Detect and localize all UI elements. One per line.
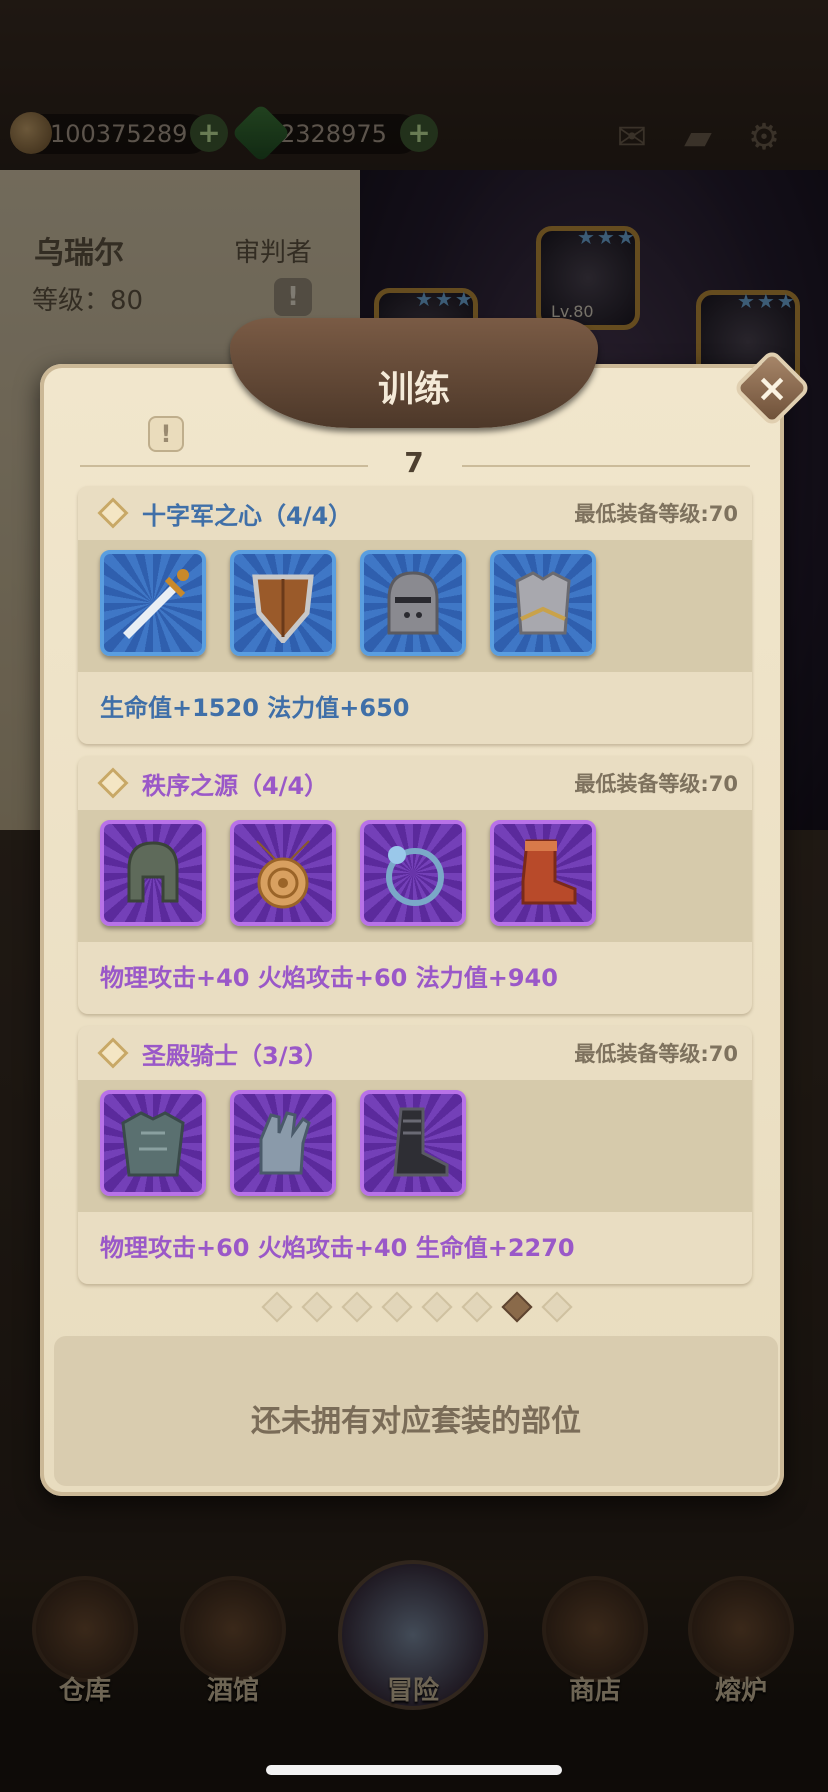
greave-boot-icon — [364, 1094, 462, 1192]
item-slot[interactable] — [100, 550, 206, 656]
sword-icon — [104, 554, 202, 652]
set-header: 秩序之源（4/4） 最低装备等级:70 — [78, 756, 752, 810]
set-card-order: 秩序之源（4/4） 最低装备等级:70 物理攻击+40 火焰攻击+60 法力值+… — [78, 756, 752, 1014]
set-bonus: 生命值+1520 法力值+650 — [100, 694, 410, 722]
close-icon[interactable]: × — [744, 360, 800, 416]
set-card-crusader: 十字军之心（4/4） 最低装备等级:70 生命值+1520 法力值+650 — [78, 486, 752, 744]
empty-state-message: 还未拥有对应套装的部位 — [251, 1404, 581, 1439]
gauntlet-icon — [234, 1094, 332, 1192]
set-name: 圣殿骑士（3/3） — [142, 1042, 329, 1070]
knight-helmet-icon — [364, 554, 462, 652]
item-slot[interactable] — [360, 820, 466, 926]
diamond-icon — [97, 1037, 129, 1069]
divider-right — [462, 465, 750, 467]
page-number: 7 — [404, 446, 424, 479]
set-header: 十字军之心（4/4） 最低装备等级:70 — [78, 486, 752, 540]
plate-armor-icon — [104, 1094, 202, 1192]
item-slot[interactable] — [230, 1090, 336, 1196]
ring-icon — [364, 824, 462, 922]
item-slot[interactable] — [100, 820, 206, 926]
set-requirement: 最低装备等级:70 — [574, 1042, 738, 1066]
home-indicator[interactable] — [266, 1765, 562, 1775]
info-button[interactable]: ! — [148, 416, 184, 452]
set-requirement: 最低装备等级:70 — [574, 502, 738, 526]
item-slot[interactable] — [230, 550, 336, 656]
diamond-icon — [97, 497, 129, 529]
helmet-icon — [104, 824, 202, 922]
boot-icon — [494, 824, 592, 922]
item-slot[interactable] — [360, 550, 466, 656]
set-bonus: 物理攻击+60 火焰攻击+40 生命值+2270 — [100, 1234, 575, 1262]
set-card-templar: 圣殿骑士（3/3） 最低装备等级:70 物理攻击+60 火焰攻击+40 生命值+… — [78, 1026, 752, 1284]
item-slot[interactable] — [230, 820, 336, 926]
set-header: 圣殿骑士（3/3） 最低装备等级:70 — [78, 1026, 752, 1080]
item-slot[interactable] — [490, 550, 596, 656]
set-name: 十字军之心（4/4） — [142, 502, 353, 530]
item-slot[interactable] — [490, 820, 596, 926]
divider-left — [80, 465, 368, 467]
chest-armor-icon — [494, 554, 592, 652]
item-slot[interactable] — [100, 1090, 206, 1196]
set-requirement: 最低装备等级:70 — [574, 772, 738, 796]
amulet-icon — [234, 824, 332, 922]
diamond-icon — [97, 767, 129, 799]
item-slot[interactable] — [360, 1090, 466, 1196]
modal-title: 训练 — [377, 369, 450, 410]
set-name: 秩序之源（4/4） — [142, 772, 329, 800]
shield-icon — [234, 554, 332, 652]
set-bonus: 物理攻击+40 火焰攻击+60 法力值+940 — [100, 964, 558, 992]
